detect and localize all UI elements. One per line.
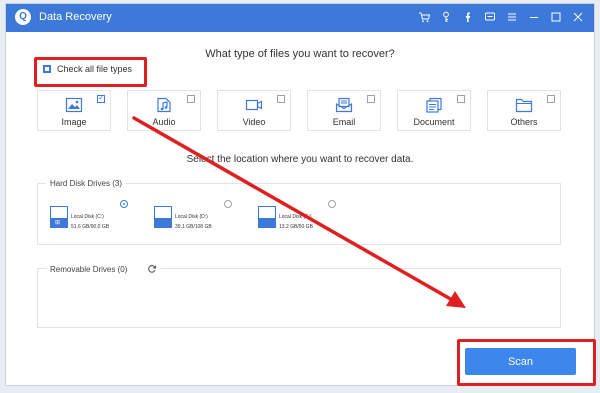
document-checkbox[interactable]: [457, 95, 465, 103]
titlebar-controls: [416, 9, 586, 25]
drive-c-radio[interactable]: [120, 200, 128, 208]
close-icon[interactable]: [570, 9, 586, 25]
system-disk-icon: ⊞: [50, 206, 68, 228]
drive-d-radio[interactable]: [224, 200, 232, 208]
document-icon: [426, 97, 442, 113]
highlight-check-all: [34, 57, 147, 87]
disk-icon: [154, 206, 172, 228]
minimize-icon[interactable]: [526, 9, 542, 25]
image-icon: [65, 97, 83, 113]
title-bar: Q Data Recovery: [6, 4, 594, 32]
app-logo-icon: Q: [15, 9, 31, 25]
drive-name: Local Disk (E:): [279, 214, 312, 220]
video-icon: [245, 99, 263, 111]
email-icon: [335, 97, 353, 113]
removable-drives-label: Removable Drives (0): [50, 264, 128, 274]
key-icon[interactable]: [438, 9, 454, 25]
location-title: Select the location where you want to re…: [186, 154, 414, 165]
removable-drives-header: Removable Drives (0): [46, 264, 162, 274]
menu-icon[interactable]: [504, 9, 520, 25]
hard-disk-drives-label: Hard Disk Drives (3): [46, 179, 127, 188]
file-type-grid: Image Audio Video Email Document Others: [37, 90, 561, 131]
cart-icon[interactable]: [416, 9, 432, 25]
file-type-label: Others: [510, 117, 538, 127]
file-type-video[interactable]: Video: [217, 90, 291, 131]
file-type-label: Video: [242, 117, 266, 127]
file-type-label: Email: [332, 117, 356, 127]
facebook-icon[interactable]: [460, 9, 476, 25]
file-type-email[interactable]: Email: [307, 90, 381, 131]
file-type-label: Image: [61, 117, 87, 127]
file-type-label: Audio: [152, 117, 176, 127]
others-icon: [515, 98, 533, 113]
file-type-document[interactable]: Document: [397, 90, 471, 131]
drive-size: 13.2 GB/50 GB: [279, 224, 313, 230]
file-type-audio[interactable]: Audio: [127, 90, 201, 131]
maximize-icon[interactable]: [548, 9, 564, 25]
disk-icon: [258, 206, 276, 228]
drive-e-radio[interactable]: [328, 200, 336, 208]
audio-icon: [157, 97, 171, 113]
removable-drives-group: Removable Drives (0): [37, 264, 561, 328]
image-checkbox[interactable]: [97, 93, 105, 103]
highlight-scan: [457, 339, 596, 386]
email-checkbox[interactable]: [367, 95, 375, 103]
drive-name: Local Disk (D:): [175, 214, 208, 220]
others-checkbox[interactable]: [547, 95, 555, 103]
video-checkbox[interactable]: [277, 95, 285, 103]
app-title: Data Recovery: [39, 11, 112, 23]
drive-name: Local Disk (C:): [71, 214, 104, 220]
file-type-label: Document: [413, 117, 455, 127]
feedback-icon[interactable]: [482, 9, 498, 25]
drive-size: 39.1 GB/108 GB: [175, 224, 212, 230]
hard-disk-drives-group: Hard Disk Drives (3) ⊞ Local Disk (C:) 5…: [37, 179, 561, 245]
file-type-others[interactable]: Others: [487, 90, 561, 131]
file-type-image[interactable]: Image: [37, 90, 111, 131]
audio-checkbox[interactable]: [187, 95, 195, 103]
refresh-icon[interactable]: [147, 264, 157, 274]
drive-size: 51.6 GB/90.0 GB: [71, 224, 110, 230]
